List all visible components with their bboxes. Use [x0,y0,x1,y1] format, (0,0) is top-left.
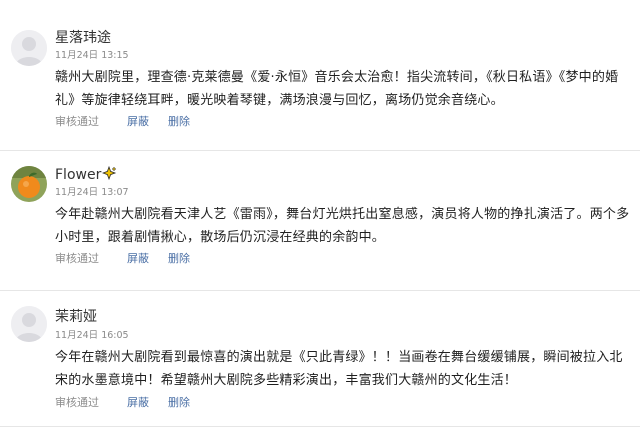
divider [0,150,640,151]
review-status: 审核通过 [55,252,99,265]
review-status: 审核通过 [55,115,99,128]
divider [0,290,640,291]
comment-time: 11月24日 16:05 [55,330,129,341]
default-avatar-icon [11,30,47,66]
comment-time: 11月24日 13:15 [55,50,129,61]
sparkle-icon [102,165,117,181]
delete-button[interactable]: 删除 [168,115,190,129]
review-status: 审核通过 [55,396,99,409]
comment-text: 今年在赣州大剧院看到最惊喜的演出就是《只此青绿》！！当画卷在舞台缓缓铺展，瞬间被… [55,350,623,388]
user-avatar[interactable] [11,306,47,342]
username: 星落玮途 [55,30,111,46]
username: Flower [55,165,117,183]
username: 茉莉娅 [55,309,97,325]
delete-button[interactable]: 删除 [168,396,190,410]
comment-time: 11月24日 13:07 [55,187,129,198]
divider [0,426,640,427]
comment-text: 今年赴赣州大剧院看天津人艺《雷雨》，舞台灯光烘托出窒息感，演员将人物的挣扎演活了… [55,207,630,245]
hide-button[interactable]: 屏蔽 [127,396,149,410]
hide-button[interactable]: 屏蔽 [127,115,149,129]
user-avatar[interactable] [11,166,47,202]
default-avatar-icon [11,306,47,342]
username-text: Flower [55,167,102,183]
delete-button[interactable]: 删除 [168,252,190,266]
comment-text: 赣州大剧院里，理查德·克莱德曼《爱·永恒》音乐会太治愈！指尖流转间，《秋日私语》… [55,70,619,108]
hide-button[interactable]: 屏蔽 [127,252,149,266]
orange-fruit-avatar-icon [11,166,47,202]
user-avatar[interactable] [11,30,47,66]
